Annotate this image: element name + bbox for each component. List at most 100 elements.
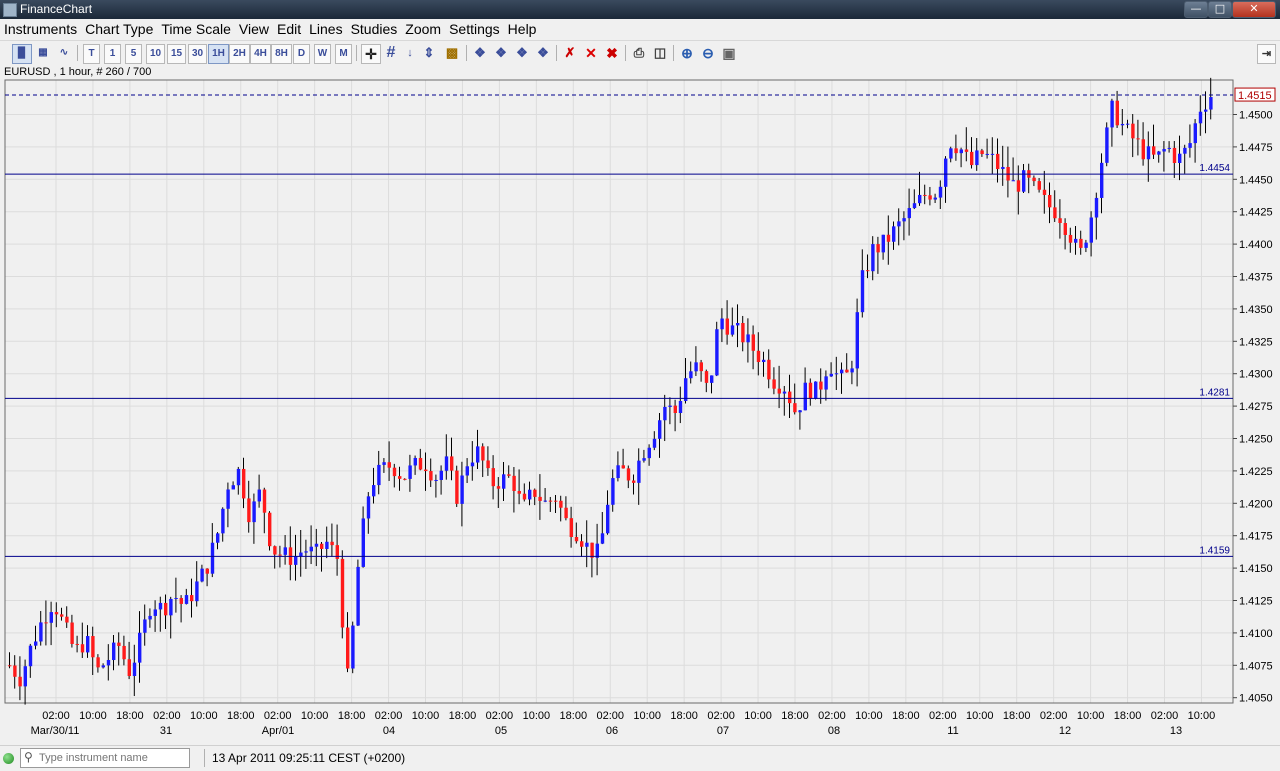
candle-down [1131, 123, 1135, 139]
candle-down [673, 405, 677, 413]
y-tick-label: 1.4125 [1239, 596, 1273, 608]
candle-down [1152, 146, 1156, 155]
candle-down [574, 536, 579, 542]
candle-down [876, 244, 880, 253]
candle-up [28, 645, 33, 667]
candle-up [975, 150, 979, 166]
candle-up [730, 325, 735, 335]
candle-up [434, 479, 438, 481]
y-tick-label: 1.4275 [1239, 401, 1273, 413]
y-tick-label: 1.4350 [1239, 304, 1273, 316]
candle-up [101, 665, 105, 668]
y-tick-label: 1.4225 [1239, 466, 1273, 478]
x-date-label: Mar/30/11 [31, 725, 80, 737]
candle-up [1089, 217, 1093, 243]
candle-up [236, 468, 241, 486]
candle-down [262, 489, 267, 513]
candle-up [361, 518, 365, 567]
candle-up [413, 457, 417, 466]
candle-down [44, 622, 48, 624]
price-chart[interactable]: 1.44541.42811.41591.4515 1.40501.40751.4… [0, 0, 1280, 745]
candle-up [871, 244, 875, 272]
candle-down [699, 362, 703, 372]
candle-up [304, 551, 308, 553]
x-date-label: 06 [606, 725, 618, 737]
candle-up [200, 568, 204, 582]
candle-down [866, 270, 870, 272]
x-tick-label: 10:00 [301, 710, 329, 722]
candle-up [855, 312, 859, 369]
candle-down [980, 150, 984, 155]
x-date-label: 08 [828, 725, 840, 737]
line-price-label: 1.4159 [1199, 545, 1230, 556]
candle-up [585, 542, 589, 547]
candle-up [985, 153, 989, 155]
candle-down [273, 546, 277, 555]
y-tick-label: 1.4425 [1239, 207, 1273, 219]
y-tick-label: 1.4500 [1239, 110, 1273, 122]
candle-up [1074, 238, 1078, 243]
x-date-label: 12 [1059, 725, 1071, 737]
candle-down [626, 468, 631, 481]
candle-up [1204, 109, 1208, 112]
candle-up [408, 465, 412, 479]
candle-down [767, 359, 771, 380]
x-tick-label: 02:00 [42, 710, 70, 722]
candle-up [1157, 151, 1161, 155]
candle-up [252, 501, 256, 523]
candle-down [1048, 194, 1052, 208]
candle-up [959, 149, 963, 154]
candle-down [1136, 138, 1140, 140]
x-tick-label: 10:00 [412, 710, 440, 722]
candle-down [996, 153, 1000, 170]
candle-down [845, 369, 849, 373]
candle-up [663, 406, 667, 421]
candle-down [455, 470, 459, 504]
instrument-search-input[interactable] [37, 749, 189, 767]
candle-down [205, 568, 209, 574]
candle-up [1120, 123, 1125, 126]
x-date-label: 07 [717, 725, 729, 737]
x-tick-label: 02:00 [1151, 710, 1179, 722]
candle-up [715, 329, 719, 376]
candle-up [1100, 162, 1104, 198]
candle-up [907, 208, 911, 219]
candle-up [294, 556, 298, 565]
x-tick-label: 18:00 [892, 710, 920, 722]
candle-up [824, 376, 828, 390]
candle-down [788, 391, 792, 404]
candle-down [418, 457, 423, 470]
candle-up [694, 362, 698, 372]
candle-down [164, 602, 168, 616]
candle-up [372, 485, 376, 497]
candle-down [18, 676, 22, 687]
horizontal-lines[interactable]: 1.4454 1.4281 1.4159 1.4515 [5, 87, 1276, 557]
candle-down [632, 480, 636, 483]
candle-down [242, 468, 246, 499]
candle-up [382, 462, 386, 465]
candle-up [1188, 143, 1192, 148]
candle-down [75, 643, 79, 645]
candle-up [944, 158, 948, 187]
candle-up [720, 318, 724, 330]
candle-down [190, 595, 194, 602]
line-price-label: 1.4454 [1199, 163, 1230, 174]
connection-status-icon [3, 753, 14, 764]
x-tick-label: 02:00 [596, 710, 624, 722]
candle-up [502, 474, 506, 489]
candle-up [221, 508, 225, 534]
candle-up [377, 464, 381, 486]
x-tick-label: 02:00 [818, 710, 846, 722]
candle-down [424, 469, 428, 472]
candle-down [1053, 207, 1057, 219]
candle-down [247, 498, 251, 523]
candle-up [39, 622, 43, 642]
x-date-label: 31 [160, 725, 172, 737]
candle-up [460, 475, 464, 504]
instrument-search-box[interactable]: ⚲ [20, 748, 190, 768]
candle-down [127, 659, 131, 677]
y-tick-label: 1.4075 [1239, 660, 1273, 672]
candle-up [257, 489, 261, 502]
y-tick-label: 1.4325 [1239, 336, 1273, 348]
candle-down [564, 507, 568, 519]
